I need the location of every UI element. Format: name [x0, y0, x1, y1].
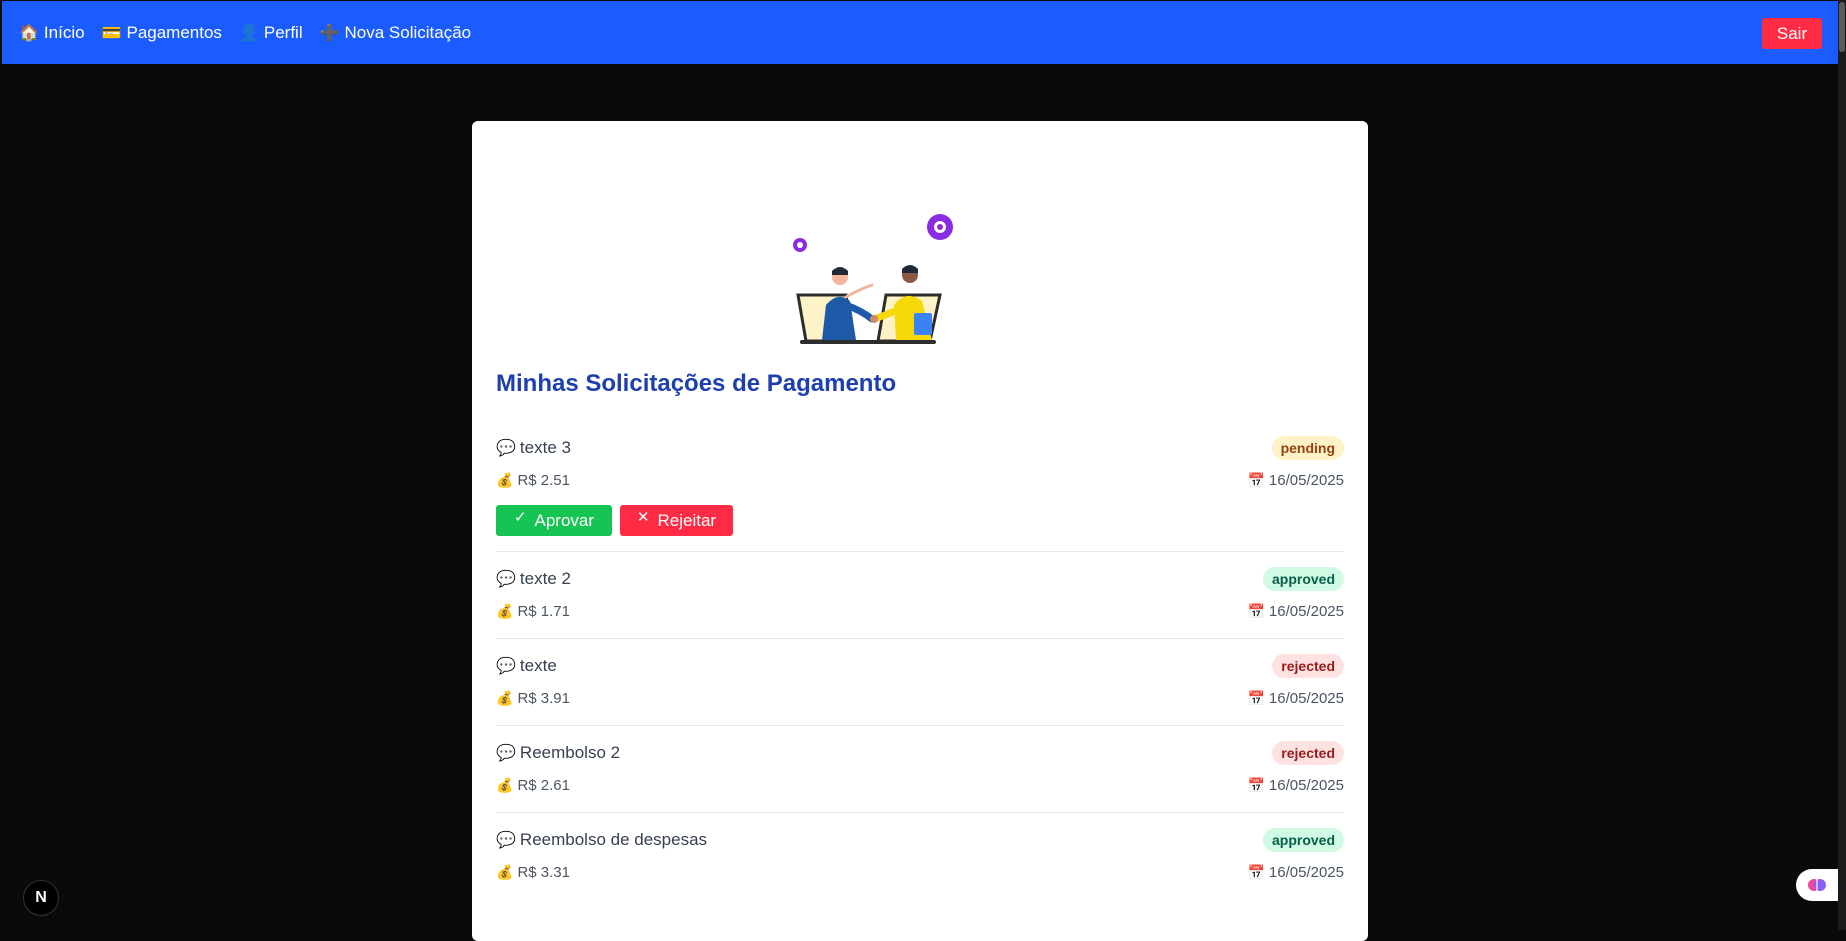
page-title: Minhas Solicitações de Pagamento: [496, 370, 897, 397]
nav-item-label: Perfil: [263, 22, 303, 42]
reject-button[interactable]: ✕ Rejeitar: [620, 505, 733, 536]
status-badge: pending: [1271, 436, 1344, 460]
nav-item-inicio[interactable]: 🏠 Início: [19, 23, 85, 43]
main-nav: 🏠 Início 💳 Pagamentos 👤 Perfil ➕ Nova So…: [19, 23, 488, 43]
handshake-illustration: [793, 214, 953, 344]
credit-card-icon: 💳: [101, 24, 122, 42]
requests-card: Minhas Solicitações de Pagamento 💬 texte…: [472, 121, 1368, 941]
calendar-icon: 📅: [1247, 689, 1265, 706]
list-item: 💬 texte rejected 💰 R$ 3.91 📅 16/05/2025: [496, 639, 1344, 726]
user-icon: 👤: [238, 24, 259, 42]
request-amount: R$ 1.71: [517, 602, 570, 620]
calendar-icon: 📅: [1247, 471, 1265, 488]
check-icon: ✓: [513, 508, 527, 526]
close-icon: ✕: [636, 508, 650, 526]
message-icon: 💬: [496, 745, 516, 762]
list-item: 💬 Reembolso de despesas approved 💰 R$ 3.…: [496, 813, 1344, 899]
nav-item-label: Pagamentos: [126, 22, 222, 42]
money-bag-icon: 💰: [496, 689, 514, 706]
nav-item-label: Início: [43, 22, 85, 42]
request-title: texte 2: [519, 569, 571, 588]
nextjs-dev-indicator[interactable]: N: [23, 880, 59, 916]
reject-label: Rejeitar: [657, 510, 717, 530]
nav-item-pagamentos[interactable]: 💳 Pagamentos: [102, 23, 222, 43]
request-title: Reembolso 2: [519, 743, 621, 762]
requests-list: 💬 texte 3 pending 💰 R$ 2.51 📅 16/05/2025…: [496, 431, 1344, 899]
scrollbar[interactable]: [1838, 0, 1846, 930]
assistant-widget-button[interactable]: [1796, 869, 1838, 901]
money-bag-icon: 💰: [496, 471, 514, 488]
logout-button[interactable]: Sair: [1762, 18, 1822, 49]
list-item: 💬 texte 2 approved 💰 R$ 1.71 📅 16/05/202…: [496, 552, 1344, 639]
request-amount: R$ 2.51: [517, 471, 570, 489]
calendar-icon: 📅: [1247, 602, 1265, 619]
request-date: 16/05/2025: [1268, 471, 1344, 489]
approve-button[interactable]: ✓ Aprovar: [496, 505, 612, 536]
request-amount: R$ 3.31: [517, 863, 570, 881]
money-bag-icon: 💰: [496, 602, 514, 619]
list-item: 💬 Reembolso 2 rejected 💰 R$ 2.61 📅 16/05…: [496, 726, 1344, 813]
nav-item-perfil[interactable]: 👤 Perfil: [239, 23, 303, 43]
request-date: 16/05/2025: [1268, 602, 1344, 620]
request-date: 16/05/2025: [1268, 776, 1344, 794]
request-date: 16/05/2025: [1268, 689, 1344, 707]
status-badge: approved: [1262, 828, 1344, 852]
status-badge: rejected: [1272, 741, 1344, 765]
request-amount: R$ 3.91: [517, 689, 570, 707]
request-date: 16/05/2025: [1268, 863, 1344, 881]
message-icon: 💬: [496, 571, 516, 588]
list-item: 💬 texte 3 pending 💰 R$ 2.51 📅 16/05/2025…: [496, 431, 1344, 552]
request-amount: R$ 2.61: [517, 776, 570, 794]
plus-icon: ➕: [319, 24, 340, 42]
calendar-icon: 📅: [1247, 863, 1265, 880]
home-icon: 🏠: [19, 24, 39, 42]
request-title: texte: [519, 656, 557, 675]
approve-label: Aprovar: [534, 510, 595, 530]
status-badge: rejected: [1272, 654, 1344, 678]
request-actions: ✓ Aprovar ✕ Rejeitar: [496, 505, 1344, 536]
request-title: Reembolso de despesas: [519, 830, 708, 849]
message-icon: 💬: [496, 440, 516, 457]
calendar-icon: 📅: [1247, 776, 1265, 793]
message-icon: 💬: [496, 832, 516, 849]
nextjs-logo-letter: N: [35, 889, 47, 906]
message-icon: 💬: [496, 658, 516, 675]
nav-item-nova-solicitacao[interactable]: ➕ Nova Solicitação: [320, 23, 472, 43]
money-bag-icon: 💰: [496, 863, 514, 880]
nav-item-label: Nova Solicitação: [344, 22, 472, 42]
brain-icon: [1808, 879, 1826, 891]
top-navbar: 🏠 Início 💳 Pagamentos 👤 Perfil ➕ Nova So…: [2, 1, 1838, 64]
money-bag-icon: 💰: [496, 776, 514, 793]
status-badge: approved: [1262, 567, 1344, 591]
request-title: texte 3: [519, 438, 571, 457]
scrollbar-thumb[interactable]: [1839, 2, 1845, 52]
